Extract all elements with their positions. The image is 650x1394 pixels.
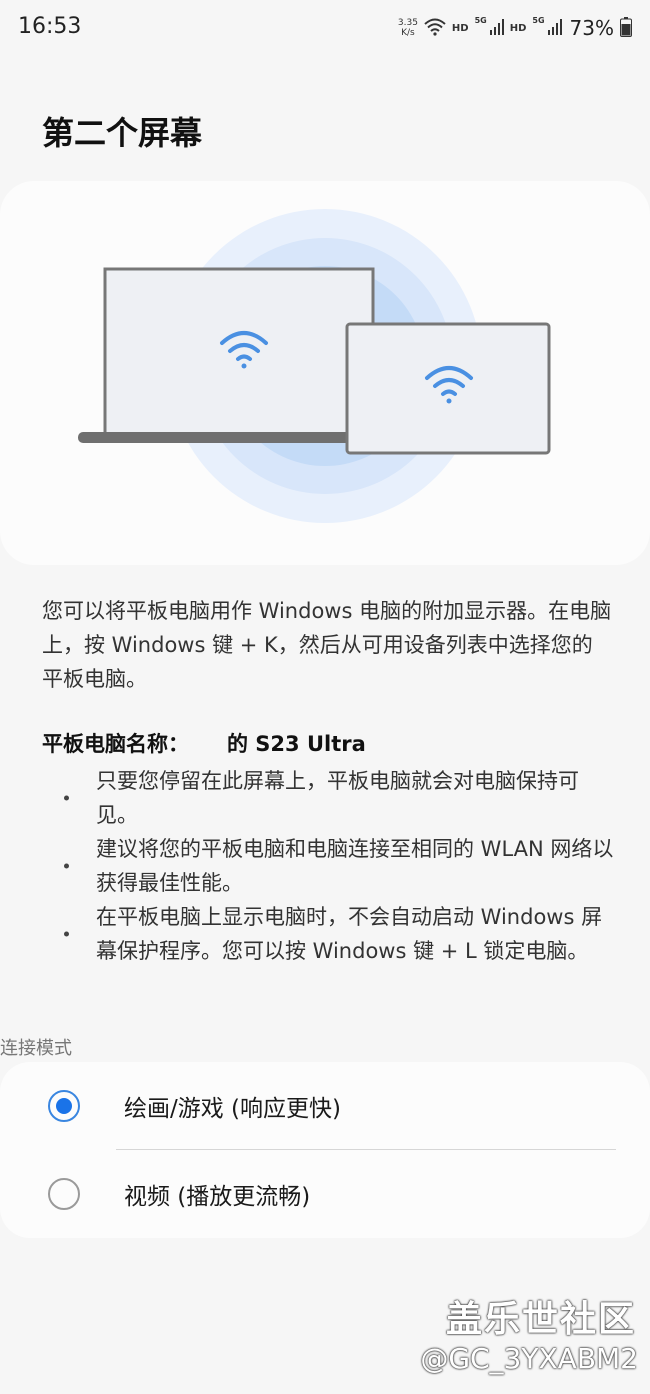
- network-speed-unit: K/s: [401, 28, 415, 38]
- mode-option-label: 绘画/游戏 (响应更快): [124, 1096, 342, 1122]
- status-time: 16:53: [18, 14, 82, 39]
- tablet-name-row: 平板电脑名称： 的 S23 Ultra: [42, 728, 366, 758]
- battery-percent: 73%: [569, 16, 614, 40]
- signal-label-1: 5G: [474, 16, 487, 25]
- radio-button-checked[interactable]: [48, 1090, 80, 1122]
- mode-option-label: 视频 (播放更流畅): [124, 1184, 311, 1210]
- tip-text: 只要您停留在此屏幕上，平板电脑就会对电脑保持可见。: [96, 769, 579, 827]
- watermark-logo: 盖乐世社区: [445, 1299, 636, 1340]
- status-bar: 16:53 3.35 K/s HD 5G HD 5G 73%: [0, 0, 650, 60]
- second-screen-illustration: [78, 209, 551, 523]
- bullet-icon: [64, 931, 69, 937]
- hd-label-1: HD: [451, 22, 469, 34]
- tablet-name-value: 的 S23 Ultra: [227, 732, 366, 756]
- description-text: 您可以将平板电脑用作 Windows 电脑的附加显示器。在电脑上，按 Windo…: [42, 599, 612, 691]
- battery-icon: [620, 16, 632, 40]
- mode-option-drawing-gaming[interactable]: 绘画/游戏 (响应更快): [0, 1062, 650, 1150]
- hd-label-2: HD: [509, 22, 527, 34]
- connection-mode-card: 绘画/游戏 (响应更快) 视频 (播放更流畅): [0, 1062, 650, 1238]
- watermark-user: @GC_3YXABM2: [420, 1342, 638, 1375]
- radio-button-unchecked[interactable]: [48, 1178, 80, 1210]
- tablet-name-label: 平板电脑名称：: [42, 732, 189, 756]
- connection-mode-label: 连接模式: [0, 1038, 72, 1059]
- bullet-icon: [64, 795, 69, 801]
- list-item: 在平板电脑上显示电脑时，不会自动启动 Windows 屏幕保护程序。您可以按 W…: [58, 900, 618, 968]
- list-item: 建议将您的平板电脑和电脑连接至相同的 WLAN 网络以获得最佳性能。: [58, 832, 618, 900]
- list-item: 只要您停留在此屏幕上，平板电脑就会对电脑保持可见。: [58, 764, 618, 832]
- mode-option-video[interactable]: 视频 (播放更流畅): [0, 1150, 650, 1238]
- wifi-icon: [424, 18, 446, 39]
- signal-label-2: 5G: [532, 16, 545, 25]
- tips-list: 只要您停留在此屏幕上，平板电脑就会对电脑保持可见。 建议将您的平板电脑和电脑连接…: [58, 764, 618, 968]
- network-speed-value: 3.35: [397, 18, 418, 28]
- laptop-icon: [78, 267, 378, 443]
- illustration-card: [0, 181, 650, 565]
- bullet-icon: [64, 863, 69, 869]
- network-speed: 3.35 K/s: [398, 18, 418, 38]
- signal-icon-2: [547, 18, 562, 38]
- tablet-icon: [345, 322, 551, 455]
- status-icons: 3.35 K/s HD 5G HD 5G 73%: [398, 16, 632, 40]
- page-title: 第二个屏幕: [42, 114, 203, 152]
- tip-text: 在平板电脑上显示电脑时，不会自动启动 Windows 屏幕保护程序。您可以按 W…: [96, 905, 603, 963]
- tip-text: 建议将您的平板电脑和电脑连接至相同的 WLAN 网络以获得最佳性能。: [96, 837, 614, 895]
- signal-icon: [489, 18, 504, 38]
